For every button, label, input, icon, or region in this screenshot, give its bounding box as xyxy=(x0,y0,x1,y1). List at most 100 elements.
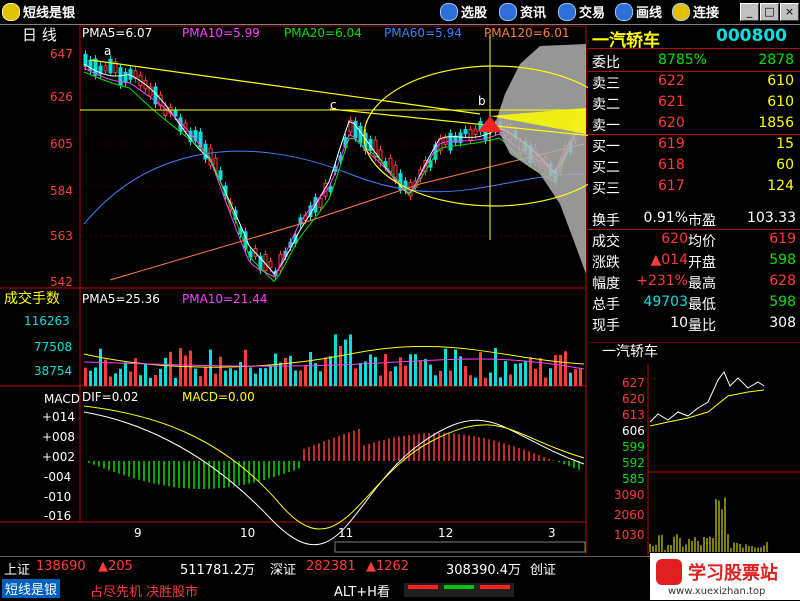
volume-bar xyxy=(244,349,247,386)
volume-bar xyxy=(309,352,312,386)
quote-row-volume: 610 xyxy=(767,94,794,110)
volume-bar xyxy=(129,371,132,386)
volume-bar xyxy=(159,368,162,386)
quote-row: 卖三 622 610 xyxy=(588,71,800,92)
news-button[interactable]: 资讯 xyxy=(499,2,546,21)
stat-label: 最低 xyxy=(688,297,716,313)
volume-bar xyxy=(109,376,112,386)
volume-bar xyxy=(379,375,382,386)
stat-value: 10 xyxy=(670,315,688,331)
stock-code[interactable]: 000800 xyxy=(716,26,787,46)
volume-bar xyxy=(484,377,487,386)
intraday-volume-bars xyxy=(649,497,768,552)
volume-bar xyxy=(419,360,422,386)
volume-bar xyxy=(569,372,572,386)
watermark-url: www.xuexizhan.top xyxy=(668,586,766,597)
volume-bar xyxy=(544,377,547,386)
volume-bar xyxy=(354,368,357,386)
close-button[interactable]: × xyxy=(780,3,799,21)
connect-button[interactable]: 连接 xyxy=(672,2,719,21)
volume-bar xyxy=(564,351,567,386)
candle-body xyxy=(468,129,473,141)
volume-bar xyxy=(139,375,142,386)
stat-value: +231% xyxy=(636,273,688,289)
trade-button[interactable]: 交易 xyxy=(558,2,605,21)
volume-bar xyxy=(154,375,157,386)
x-month: 3 xyxy=(548,526,556,540)
volume-bar xyxy=(479,351,482,386)
index1-value: 138690 xyxy=(36,559,86,574)
volume-bar xyxy=(264,368,267,386)
scroll-bar[interactable] xyxy=(334,541,586,553)
volume-bar xyxy=(554,355,557,386)
help-shortcut[interactable]: ALT+H看 xyxy=(334,581,390,600)
app-menu-button[interactable]: 短线是银 xyxy=(2,2,75,21)
volume-bar xyxy=(384,354,387,386)
quote-panel: 一汽轿车 000800 委比 8785% 2878 卖三 622 610 卖二 621 610 卖… xyxy=(588,24,800,342)
period-label[interactable]: 日 线 xyxy=(22,28,57,43)
quote-row-label: 买二 xyxy=(592,160,620,176)
volume-bar xyxy=(324,357,327,386)
volume-bar xyxy=(339,345,342,386)
candle-body xyxy=(443,137,448,145)
stat-value: 49703 xyxy=(643,294,688,310)
quote-row-label: 卖一 xyxy=(592,118,620,134)
candle-body xyxy=(318,198,323,208)
volume-bar xyxy=(464,366,467,386)
quote-row: 买三 617 124 xyxy=(588,176,800,197)
quote-row-label: 卖三 xyxy=(592,76,620,92)
quote-row-label: 委比 xyxy=(592,55,620,71)
volume-bar xyxy=(329,356,332,386)
volume-bar xyxy=(429,364,432,386)
index2-name[interactable]: 深证 xyxy=(270,559,296,578)
volume-bars xyxy=(83,334,585,386)
volume-bar xyxy=(304,365,307,386)
candle-body xyxy=(388,157,393,172)
candle-body xyxy=(463,128,468,135)
y-tick: 626 xyxy=(50,90,73,104)
chart-area[interactable] xyxy=(0,24,588,556)
vol-y-tick: 77508 xyxy=(34,340,73,354)
stat-label: 均价 xyxy=(688,234,716,250)
y-tick: 542 xyxy=(50,275,73,289)
watermark-brand: 学习股票站 xyxy=(688,563,778,584)
maximize-button[interactable]: □ xyxy=(760,3,779,21)
quote-row-volume: 60 xyxy=(776,157,794,173)
stock-name[interactable]: 一汽轿车 xyxy=(592,26,660,51)
draw-line-button[interactable]: 画线 xyxy=(615,2,662,21)
index3-name[interactable]: 创证 xyxy=(530,559,556,578)
volume-bar xyxy=(289,355,292,386)
quote-row: 委比 8785% 2878 xyxy=(588,50,800,72)
watermark: 学习股票站 www.xuexizhan.top xyxy=(650,553,800,600)
volume-bar xyxy=(299,370,302,386)
macd-y-tick: +008 xyxy=(42,430,75,444)
volume-bar xyxy=(414,354,417,386)
mini-volume-tick: 2060 xyxy=(614,508,645,522)
stat-label: 换手 xyxy=(592,213,620,229)
intraday-chart[interactable] xyxy=(588,342,800,556)
stat-label: 最高 xyxy=(688,276,716,292)
volume-bar xyxy=(169,351,172,386)
intraday-avg-line xyxy=(649,389,765,427)
mini-price-tick: 585 xyxy=(622,472,645,486)
volume-bar xyxy=(184,355,187,386)
stat-value: 103.33 xyxy=(747,210,796,226)
quote-row-label: 买一 xyxy=(592,139,620,155)
quote-row-volume: 1856 xyxy=(758,115,794,131)
mini-price-tick: 613 xyxy=(622,408,645,422)
minimize-button[interactable]: _ xyxy=(740,3,759,21)
volume-bar xyxy=(319,371,322,386)
quote-row-price: 8785% xyxy=(658,52,707,68)
volume-bar xyxy=(209,349,212,386)
watermark-logo-icon xyxy=(656,559,682,585)
y-tick: 647 xyxy=(50,47,73,61)
x-month: 12 xyxy=(438,526,454,540)
mini-price-tick: 599 xyxy=(622,440,645,454)
index1-name[interactable]: 上证 xyxy=(4,559,30,578)
trade-icon xyxy=(558,2,576,21)
stat-value: 0.91% xyxy=(643,210,688,226)
stat-value: 598 xyxy=(769,252,796,268)
volume-bar xyxy=(224,370,227,386)
select-stock-button[interactable]: 选股 xyxy=(440,2,487,21)
volume-bar xyxy=(374,356,377,386)
